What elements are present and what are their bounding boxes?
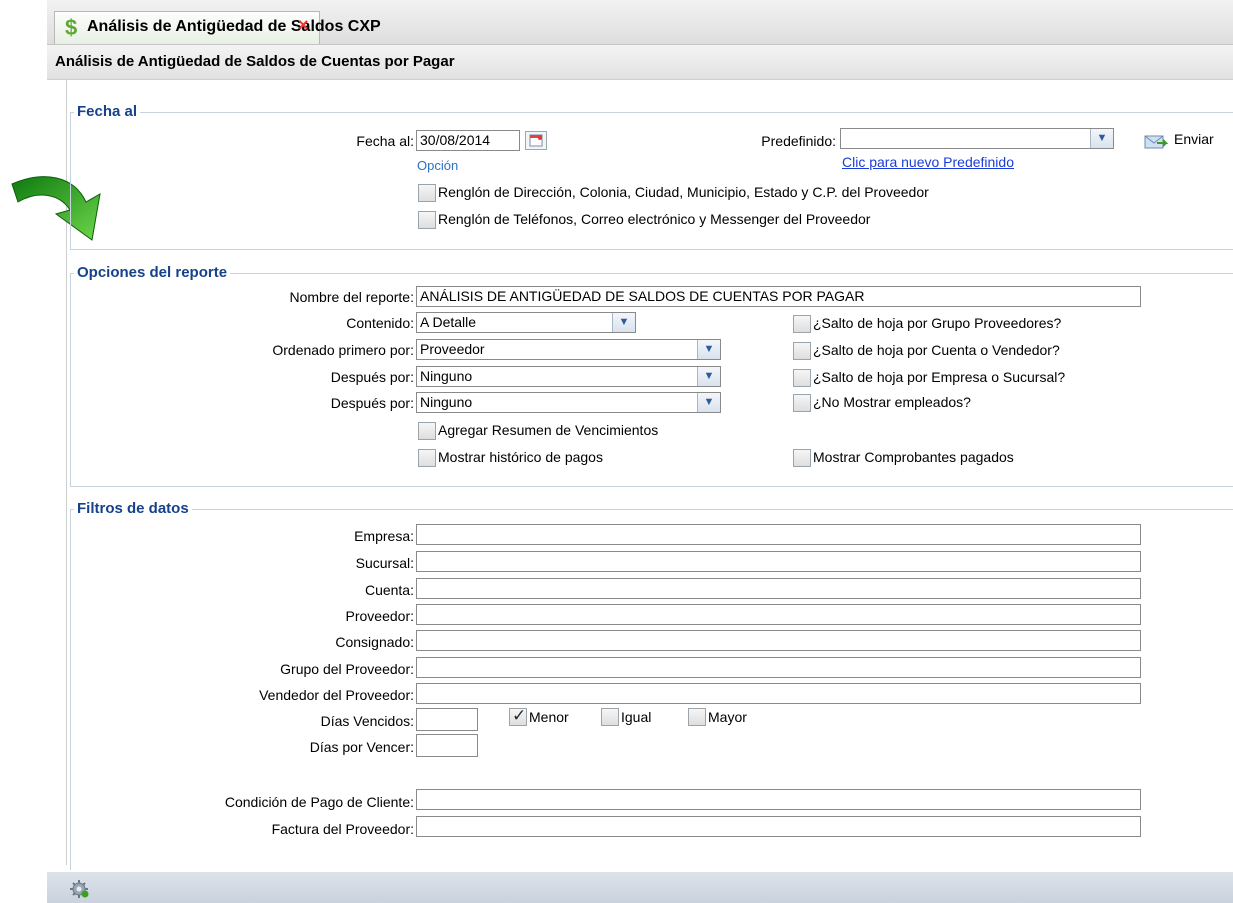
tab-title: Análisis de Antigüedad de Saldos CXP [87,18,381,35]
chevron-down-icon[interactable]: ▼ [697,393,720,412]
cuenta-label: Cuenta: [364,582,414,598]
enviar-label: Enviar [1174,131,1214,147]
direccion-label: Renglón de Dirección, Colonia, Ciudad, M… [438,184,929,200]
dias-vencer-label: Días por Vencer: [309,739,414,755]
legend-opciones: Opciones del reporte [74,264,231,281]
panel-header: Análisis de Antigüedad de Saldos de Cuen… [47,45,1233,80]
legend-filtros: Filtros de datos [74,500,192,517]
factura-input[interactable] [416,816,1141,837]
despues2-select[interactable]: Ninguno ▼ [416,392,721,413]
no-mostrar-label: ¿No Mostrar empleados? [813,394,971,410]
consignado-label: Consignado: [335,634,414,650]
menor-checkbox[interactable] [509,706,527,726]
consignado-input[interactable] [416,630,1141,651]
despues1-select[interactable]: Ninguno ▼ [416,366,721,387]
empresa-label: Empresa: [354,528,414,544]
vendedor-input[interactable] [416,683,1141,704]
condicion-input[interactable] [416,789,1141,810]
direccion-checkbox[interactable] [418,184,436,202]
comprobantes-label: Mostrar Comprobantes pagados [813,449,1014,465]
chevron-down-icon[interactable]: ▼ [1090,129,1113,148]
resumen-checkbox[interactable] [418,422,436,440]
calendar-icon[interactable] [525,131,547,150]
dias-vencidos-label: Días Vencidos: [320,713,414,729]
footer-toolbar [47,872,1233,903]
nombre-input[interactable]: ANÁLISIS DE ANTIGÜEDAD DE SALDOS DE CUEN… [416,286,1141,307]
opcion-link[interactable]: Opción [417,158,458,173]
chevron-down-icon[interactable]: ▼ [612,313,635,332]
telefonos-label: Renglón de Teléfonos, Correo electrónico… [438,211,871,227]
envelope-icon [1144,135,1168,149]
factura-label: Factura del Proveedor: [271,821,414,837]
vendedor-label: Vendedor del Proveedor: [259,687,414,703]
despues1-value: Ninguno [420,368,473,384]
dias-vencidos-input[interactable] [416,708,478,731]
proveedor-label: Proveedor: [345,608,414,624]
comprobantes-checkbox[interactable] [793,449,811,467]
legend-fecha: Fecha al [74,103,141,120]
dias-vencer-input[interactable] [416,734,478,757]
salto-empresa-label: ¿Salto de hoja por Empresa o Sucursal? [813,369,1066,385]
ordenado-value: Proveedor [420,341,485,357]
resumen-label: Agregar Resumen de Vencimientos [438,422,659,438]
salto-empresa-checkbox[interactable] [793,369,811,387]
despues2-value: Ninguno [420,394,473,410]
condicion-label: Condición de Pago de Cliente: [224,794,414,810]
contenido-value: A Detalle [420,314,477,330]
predefinido-label: Predefinido: [761,133,836,149]
historico-label: Mostrar histórico de pagos [438,449,603,465]
close-icon[interactable]: × [298,15,309,36]
nombre-label: Nombre del reporte: [289,289,414,305]
mayor-label: Mayor [708,709,747,725]
ordenado-select[interactable]: Proveedor ▼ [416,339,721,360]
chevron-down-icon[interactable]: ▼ [697,340,720,359]
empresa-input[interactable] [416,524,1141,545]
despues2-label: Después por: [330,395,414,411]
gear-icon[interactable] [69,879,91,899]
igual-checkbox[interactable] [601,708,619,726]
predefinido-select[interactable]: ▼ [840,128,1114,149]
dollar-icon: $ [65,15,78,40]
ordenado-label: Ordenado primero por: [272,342,414,358]
sucursal-input[interactable] [416,551,1141,572]
grupo-input[interactable] [416,657,1141,678]
sucursal-label: Sucursal: [355,555,414,571]
contenido-select[interactable]: A Detalle ▼ [416,312,636,333]
salto-cuenta-label: ¿Salto de hoja por Cuenta o Vendedor? [813,342,1060,358]
proveedor-input[interactable] [416,604,1141,625]
salto-cuenta-checkbox[interactable] [793,342,811,360]
despues1-label: Después por: [330,369,414,385]
menor-label: Menor [529,709,569,725]
contenido-label: Contenido: [346,315,414,331]
salto-grupo-label: ¿Salto de hoja por Grupo Proveedores? [813,315,1062,331]
page-title: Análisis de Antigüedad de Saldos de Cuen… [55,53,455,70]
nuevo-predefinido-link[interactable]: Clic para nuevo Predefinido [842,154,1014,170]
grupo-label: Grupo del Proveedor: [280,661,414,677]
telefonos-checkbox[interactable] [418,211,436,229]
fecha-input[interactable]: 30/08/2014 [416,130,520,151]
salto-grupo-checkbox[interactable] [793,315,811,333]
fecha-label: Fecha al: [356,133,414,149]
historico-checkbox[interactable] [418,449,436,467]
cuenta-input[interactable] [416,578,1141,599]
igual-label: Igual [621,709,652,725]
mayor-checkbox[interactable] [688,708,706,726]
no-mostrar-checkbox[interactable] [793,394,811,412]
chevron-down-icon[interactable]: ▼ [697,367,720,386]
tab-analisis-cxp[interactable]: $ Análisis de Antigüedad de Saldos CXP × [54,11,381,44]
